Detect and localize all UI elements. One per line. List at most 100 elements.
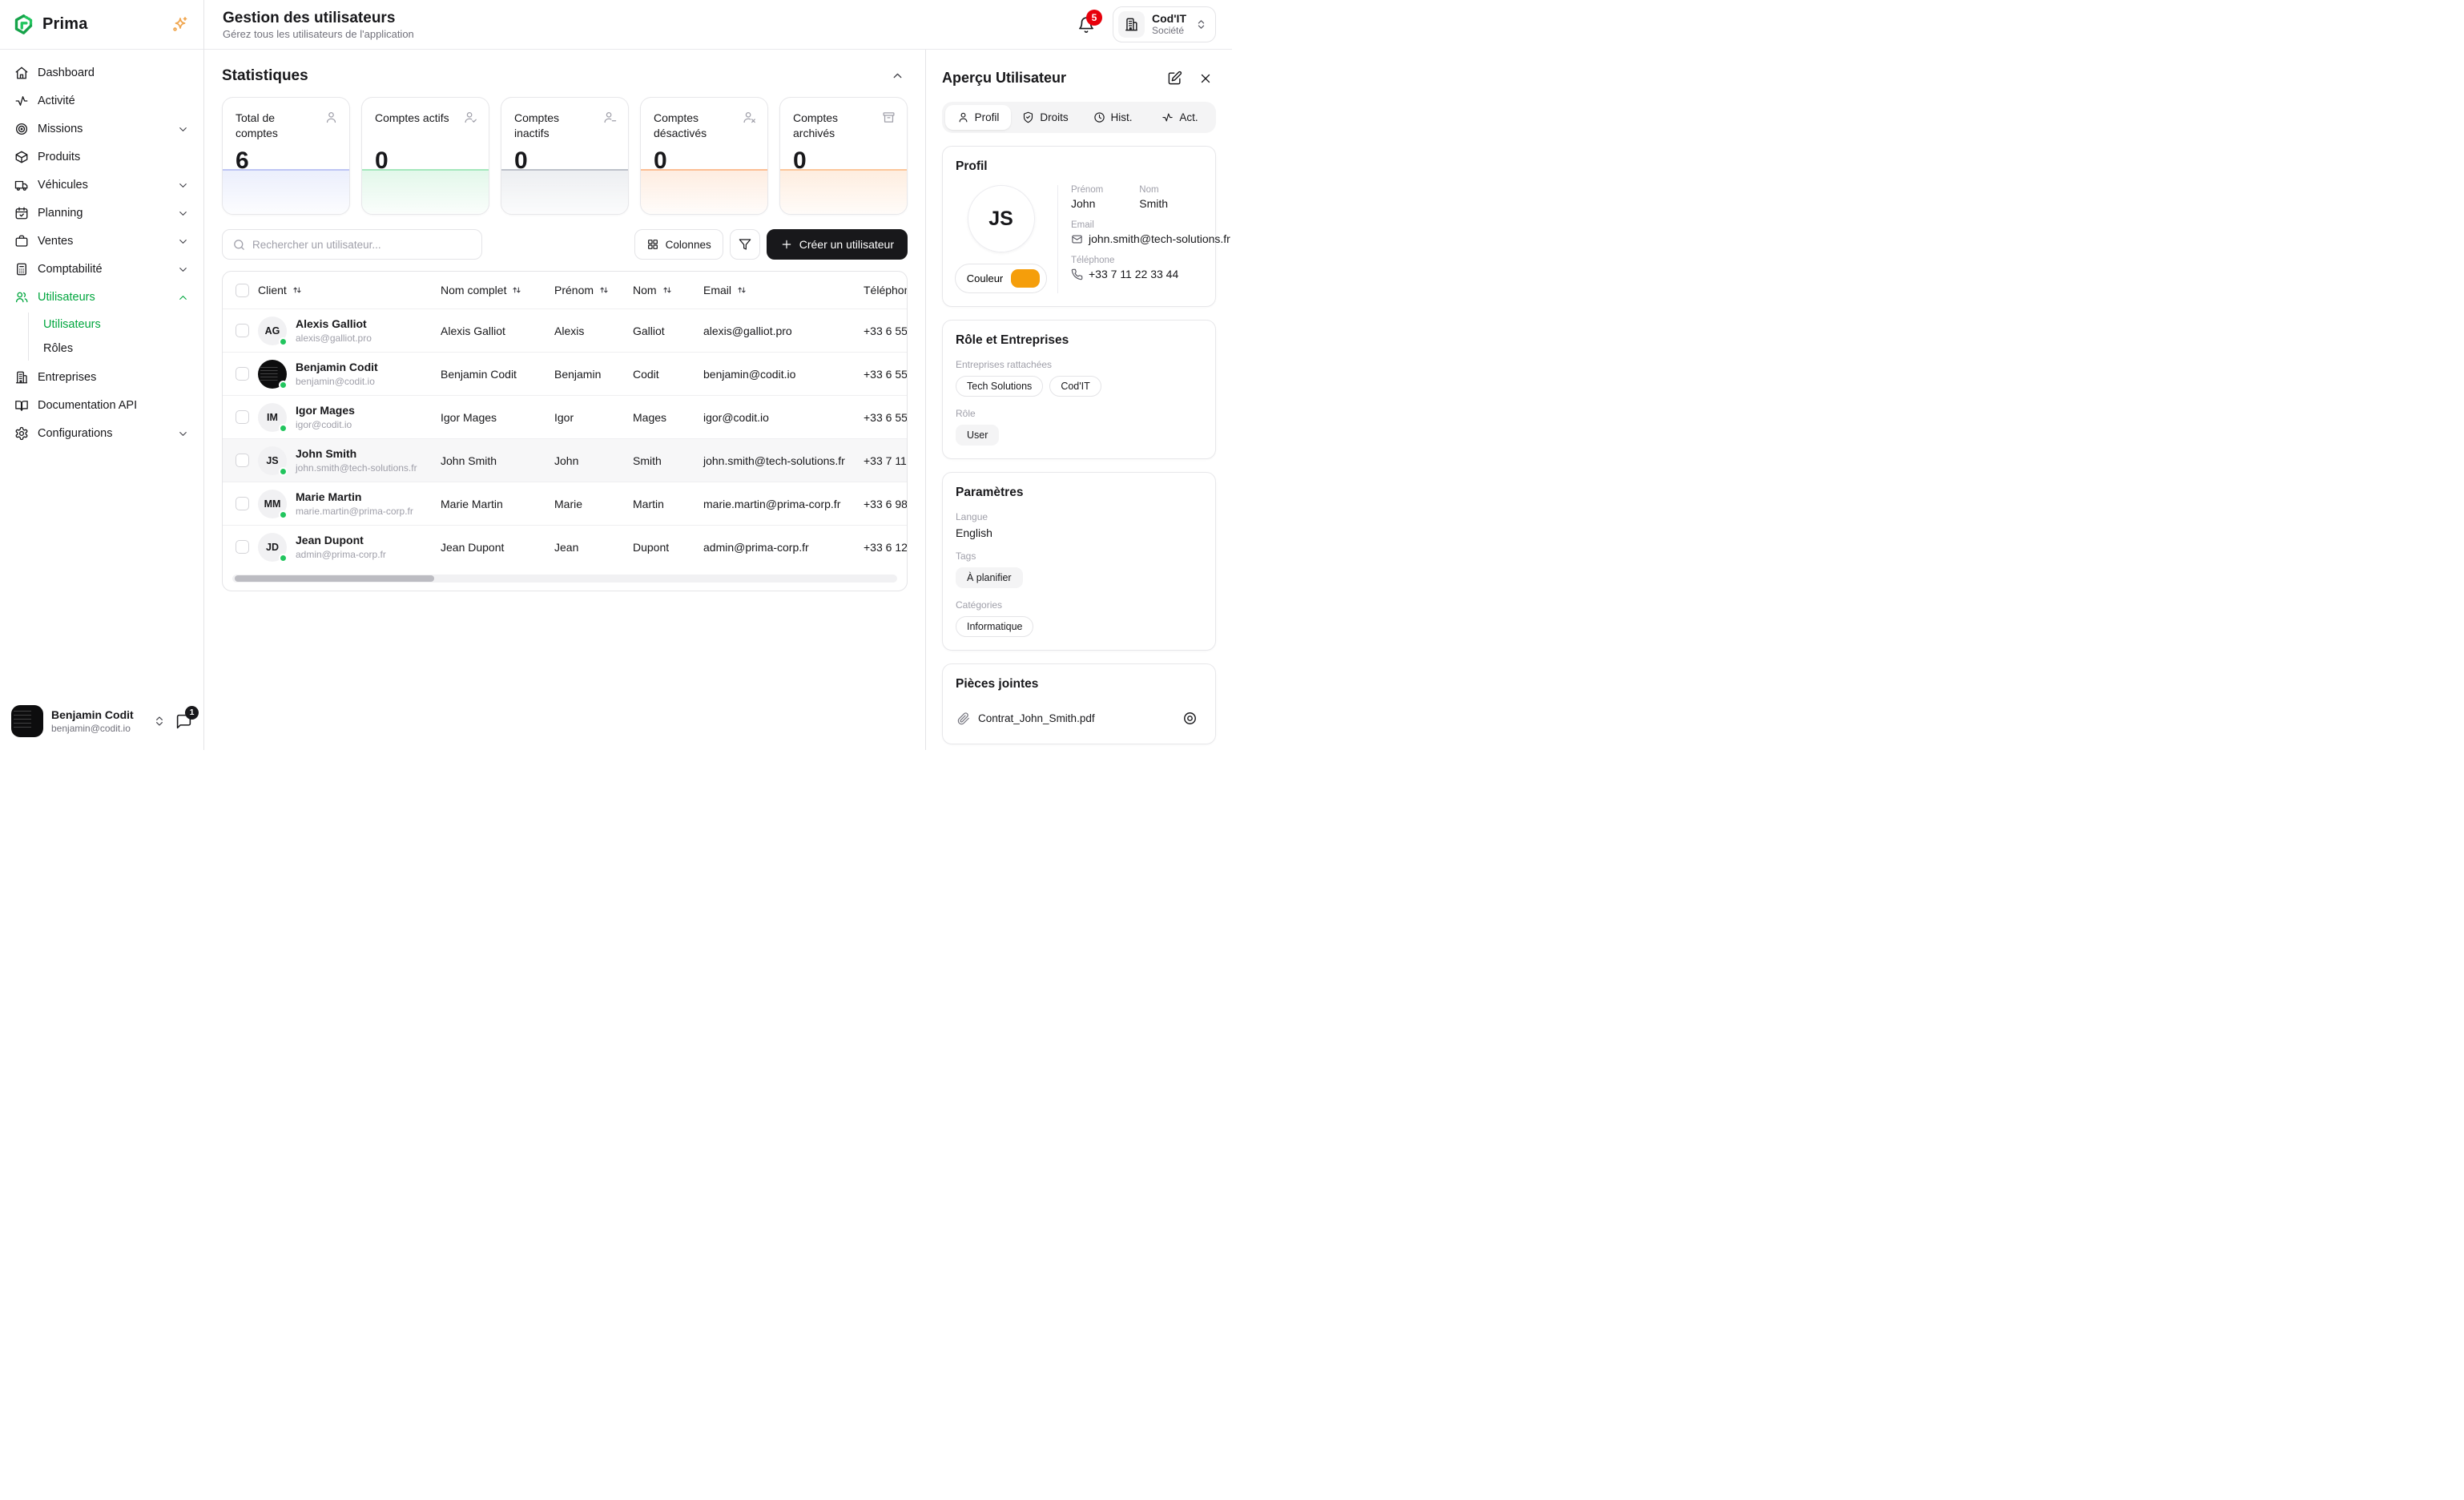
sidebar-subitem-roles[interactable]: Rôles [29,337,195,361]
tab-droits[interactable]: Droits [1013,105,1078,130]
chevron-down-icon [177,236,189,248]
tab-historique[interactable]: Hist. [1080,105,1145,130]
activity-icon [14,94,29,108]
status-dot [279,337,288,346]
sidebar-item-utilisateurs[interactable]: Utilisateurs [8,284,195,311]
table-row[interactable]: MM Marie Martin marie.martin@prima-corp.… [223,482,907,525]
table-row[interactable]: JD Jean Dupont admin@prima-corp.fr Jean … [223,525,907,568]
tab-activite[interactable]: Act. [1147,105,1213,130]
stat-card-archives: Comptes archivés 0 [779,97,908,215]
sidebar-user-name: Benjamin Codit [51,708,134,721]
create-user-button[interactable]: Créer un utilisateur [767,229,908,260]
color-picker-button[interactable]: Couleur [955,264,1048,293]
sidebar-item-activite[interactable]: Activité [8,87,195,115]
row-checkbox[interactable] [236,410,249,424]
sort-icon[interactable] [511,284,522,296]
company-chip[interactable]: Cod'IT [1049,376,1101,397]
search-input[interactable] [252,239,472,251]
close-button[interactable] [1195,68,1216,89]
select-all-checkbox[interactable] [236,284,249,297]
user-x-icon [743,111,756,124]
row-checkbox[interactable] [236,454,249,467]
row-checkbox[interactable] [236,367,249,381]
tab-profil[interactable]: Profil [945,105,1011,130]
sort-icon[interactable] [662,284,673,296]
search-icon [232,238,246,252]
close-icon [1198,71,1213,86]
sidebar-user-email: benjamin@codit.io [51,723,145,734]
sparkles-icon[interactable] [170,15,189,34]
archive-icon [882,111,896,124]
sidebar-item-documentation-api[interactable]: Documentation API [8,392,195,419]
stat-value: 0 [654,147,667,175]
shield-check-icon [1022,111,1034,123]
stat-card-inactifs: Comptes inactifs 0 [501,97,629,215]
sidebar-item-configurations[interactable]: Configurations [8,420,195,447]
sidebar-subitem-utilisateurs[interactable]: Utilisateurs [29,312,195,337]
table-row[interactable]: IM Igor Mages igor@codit.io Igor Mages I… [223,395,907,438]
row-checkbox[interactable] [236,324,249,337]
row-checkbox[interactable] [236,497,249,510]
sort-icon[interactable] [598,284,610,296]
attachment-filename: Contrat_John_Smith.pdf [978,712,1171,724]
view-attachment-button[interactable] [1179,708,1201,729]
sidebar-item-produits[interactable]: Produits [8,143,195,171]
company-type: Société [1152,25,1186,36]
edit-button[interactable] [1164,67,1186,89]
chevron-down-icon [177,179,189,192]
sort-icon[interactable] [292,284,303,296]
notifications-button[interactable]: 5 [1077,16,1095,34]
sidebar-item-entreprises[interactable]: Entreprises [8,364,195,391]
scrollbar-thumb[interactable] [235,575,434,582]
company-selector[interactable]: Cod'IT Société [1113,6,1216,42]
sidebar-item-vehicules[interactable]: Véhicules [8,171,195,199]
sidebar-user-card[interactable]: Benjamin Codit benjamin@codit.io 1 [0,696,203,750]
table-header-row: Client Nom complet Prénom [223,272,907,308]
category-chip: Informatique [956,616,1033,637]
chevron-down-icon [177,208,189,220]
book-open-icon [14,398,29,413]
row-checkbox[interactable] [236,540,249,554]
color-swatch[interactable] [1011,269,1040,288]
stat-value: 0 [375,147,389,175]
users-icon [14,290,29,304]
role-heading: Rôle et Entreprises [956,333,1202,348]
phone-value: +33 7 11 22 33 44 [1089,268,1178,280]
sidebar-item-dashboard[interactable]: Dashboard [8,59,195,87]
company-chip[interactable]: Tech Solutions [956,376,1043,397]
sidebar-item-missions[interactable]: Missions [8,115,195,143]
user-preview-panel: Aperçu Utilisateur Profil Droits [926,50,1232,750]
profile-heading: Profil [956,159,1202,174]
target-icon [14,122,29,136]
role-companies-card: Rôle et Entreprises Entreprises rattaché… [942,320,1216,459]
user-check-icon [464,111,477,124]
filter-button[interactable] [730,229,760,260]
clock-icon [1093,111,1105,123]
edit-icon [1167,71,1182,86]
avatar: AG [258,317,287,345]
gear-icon [14,426,29,441]
sidebar-item-planning[interactable]: Planning [8,200,195,227]
language-value: English [956,526,1202,539]
sidebar-item-ventes[interactable]: Ventes [8,228,195,255]
chat-button[interactable]: 1 [175,713,192,730]
avatar [11,705,43,737]
table-row[interactable]: AG Alexis Galliot alexis@galliot.pro Ale… [223,308,907,352]
attachment-item[interactable]: Contrat_John_Smith.pdf [956,703,1202,731]
table-row-selected[interactable]: JS John Smith john.smith@tech-solutions.… [223,438,907,482]
sort-icon[interactable] [736,284,747,296]
sidebar-item-comptabilite[interactable]: Comptabilité [8,256,195,283]
calculator-icon [14,262,29,276]
columns-button[interactable]: Colonnes [634,229,723,260]
stats-collapse-button[interactable] [888,66,908,86]
building-icon [14,370,29,385]
status-dot [279,424,288,433]
sidebar-nav: Dashboard Activité Missions Produits Véh… [0,50,203,696]
paperclip-icon [957,712,970,725]
table-row[interactable]: Benjamin Codit benjamin@codit.io Benjami… [223,352,907,395]
search-box[interactable] [222,229,482,260]
avatar: JD [258,533,287,562]
stats-cards: Total de comptes 6 Comptes actifs 0 [222,97,908,215]
avatar: JS [258,446,287,475]
chevrons-up-down-icon[interactable] [153,715,166,728]
